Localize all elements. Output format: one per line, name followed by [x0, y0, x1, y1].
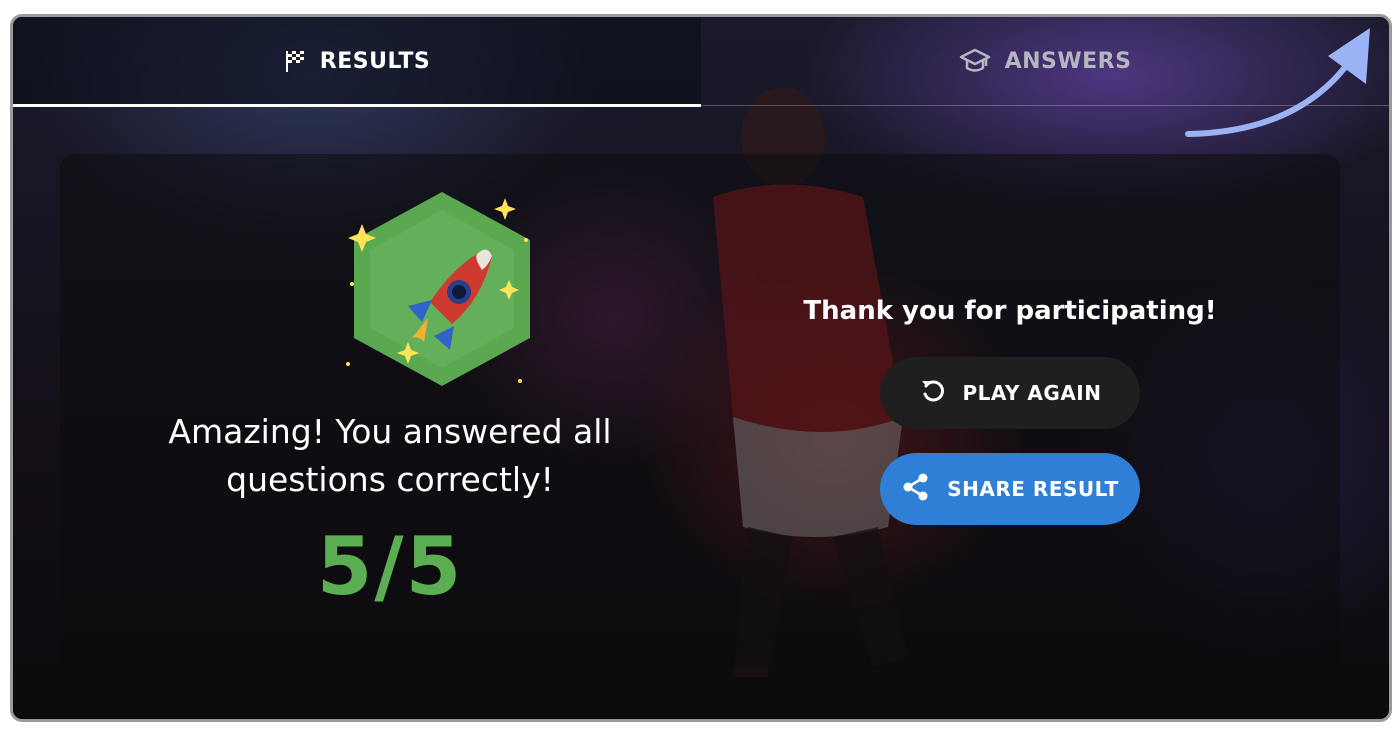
tab-results[interactable]: RESULTS	[13, 17, 701, 107]
share-icon	[901, 472, 931, 507]
actions-section: Thank you for participating! PLAY AGAIN	[760, 154, 1260, 668]
score-section: Amazing! You answered all questions corr…	[120, 154, 660, 668]
tab-answers-label: ANSWERS	[1004, 48, 1132, 74]
replay-icon	[919, 377, 947, 410]
share-result-label: SHARE RESULT	[947, 477, 1119, 501]
result-message: Amazing! You answered all questions corr…	[168, 412, 612, 499]
achievement-badge	[346, 192, 530, 386]
results-panel: Amazing! You answered all questions corr…	[60, 154, 1340, 668]
thanks-message: Thank you for participating!	[803, 296, 1217, 326]
score-value: 5/5	[316, 520, 464, 613]
share-result-button[interactable]: SHARE RESULT	[880, 453, 1140, 525]
checkered-flag-icon	[284, 49, 306, 73]
graduation-cap-icon	[959, 47, 991, 75]
play-again-button[interactable]: PLAY AGAIN	[880, 357, 1140, 429]
tab-results-label: RESULTS	[319, 48, 431, 74]
play-again-label: PLAY AGAIN	[962, 381, 1102, 405]
pointer-arrow-icon	[1185, 28, 1370, 137]
